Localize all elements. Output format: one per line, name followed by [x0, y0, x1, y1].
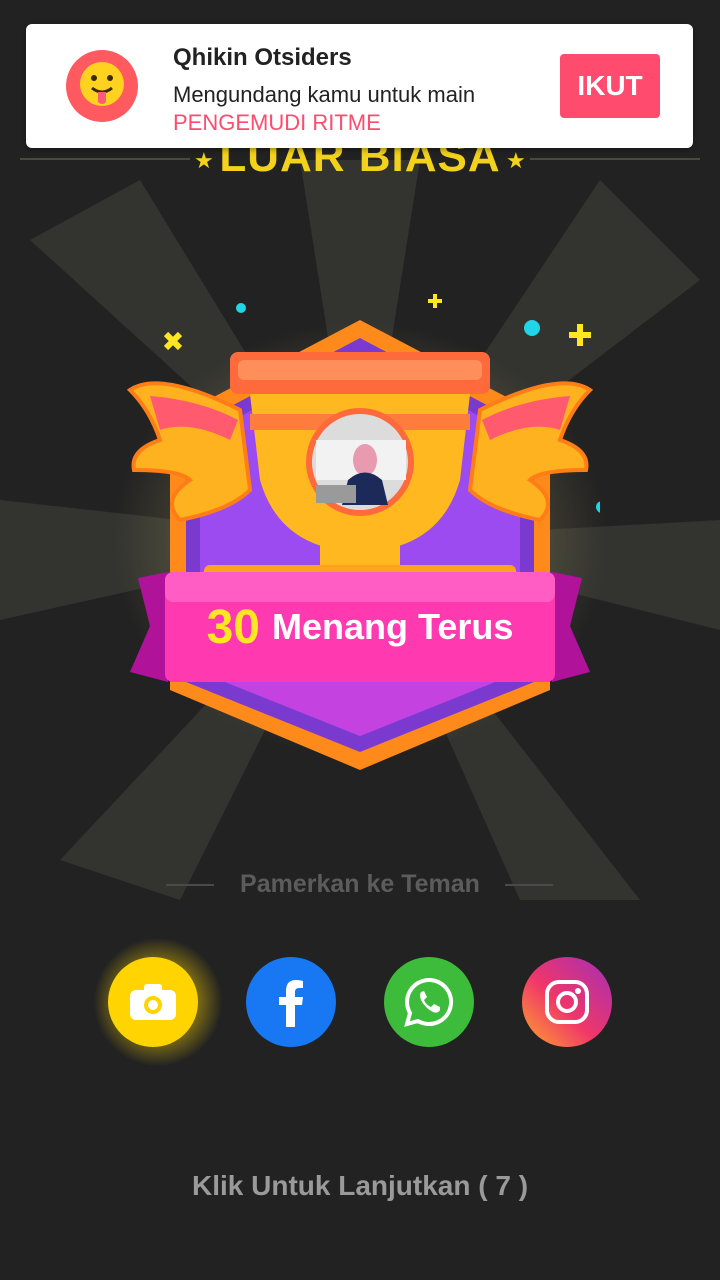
invite-message-text: Mengundang kamu untuk main — [173, 82, 476, 107]
continue-button[interactable]: Klik Untuk Lanjutkan ( 7 ) — [0, 1170, 720, 1202]
instagram-share-button[interactable] — [522, 957, 612, 1047]
facebook-icon — [279, 980, 303, 1027]
streak-text: Menang Terus — [272, 606, 514, 647]
confetti-icon — [524, 320, 540, 336]
inviter-name: Qhikin Otsiders — [173, 44, 352, 71]
share-heading-row: Pamerkan ke Teman — [0, 866, 720, 906]
instagram-icon — [545, 980, 589, 1024]
whatsapp-icon — [404, 977, 454, 1027]
invite-message: Mengundang kamu untuk main PENGEMUDI RIT… — [173, 81, 513, 137]
game-name: PENGEMUDI RITME — [173, 110, 381, 135]
follow-button[interactable]: IKUT — [560, 54, 660, 118]
confetti-icon — [596, 501, 600, 513]
streak-label: 30 Menang Terus — [165, 572, 555, 682]
trophy-badge — [126, 294, 600, 770]
tongue-face-icon — [80, 62, 124, 106]
cross-icon — [163, 331, 183, 351]
invite-notification[interactable]: Qhikin Otsiders Mengundang kamu untuk ma… — [26, 24, 693, 148]
confetti-icon — [236, 303, 246, 313]
avatar — [66, 50, 138, 122]
whatsapp-share-button[interactable] — [384, 957, 474, 1047]
facebook-share-button[interactable] — [246, 957, 336, 1047]
share-heading: Pamerkan ke Teman — [240, 870, 480, 898]
sparkle-icon — [428, 294, 591, 346]
camera-icon — [130, 984, 176, 1020]
streak-count: 30 — [206, 600, 260, 654]
camera-button[interactable] — [108, 957, 198, 1047]
